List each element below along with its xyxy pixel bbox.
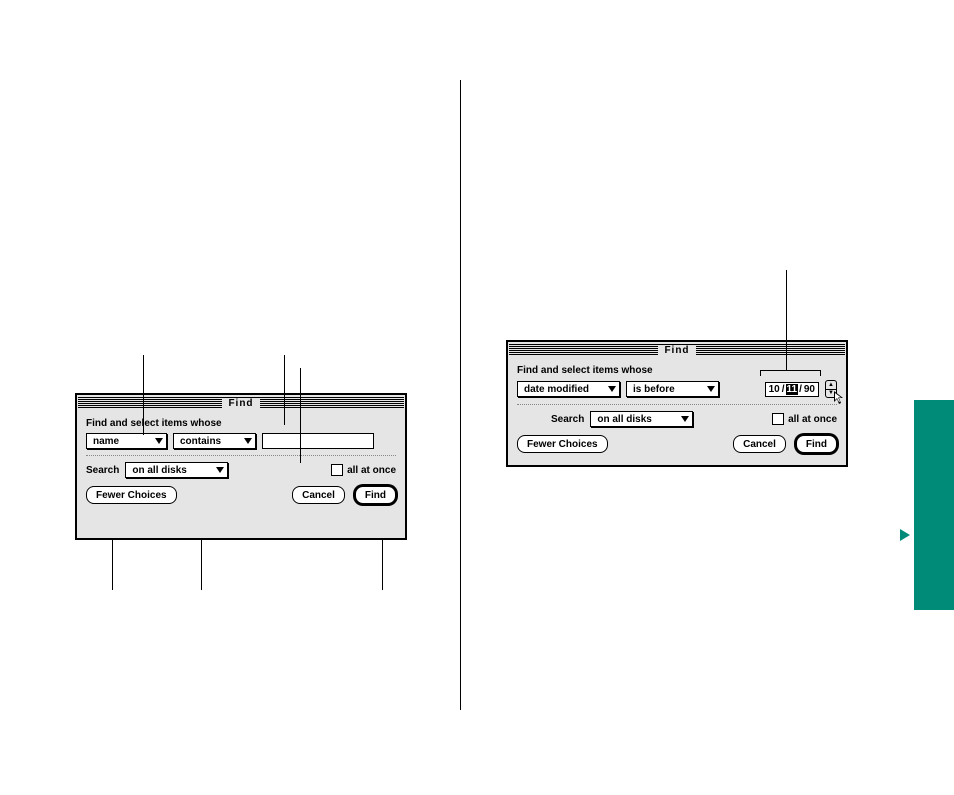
stepper-down-icon[interactable]: ▼ [826,390,836,398]
callout-line [201,540,202,590]
search-label: Search [551,414,584,425]
fewer-choices-button[interactable]: Fewer Choices [517,435,608,453]
find-button[interactable]: Find [796,435,837,453]
chevron-down-icon [244,438,252,444]
date-stepper[interactable]: ▲ ▼ [825,380,837,398]
divider [517,404,837,405]
prompt-label: Find and select items whose [86,418,396,429]
callout-line [300,368,301,463]
fewer-choices-button[interactable]: Fewer Choices [86,486,177,504]
operator-popup-label: is before [633,384,675,395]
find-dialog-right: Find Find and select items whose date mo… [506,340,848,467]
scope-popup[interactable]: on all disks [590,411,693,427]
all-at-once-checkbox[interactable]: all at once [331,464,396,476]
checkbox-box-icon [331,464,343,476]
page-edge-tab [914,400,954,610]
date-day[interactable]: 11 [786,384,799,395]
chevron-down-icon [216,467,224,473]
chevron-down-icon [155,438,163,444]
window-title: Find [222,398,259,409]
operator-popup-label: contains [180,436,221,447]
cancel-button[interactable]: Cancel [292,486,345,504]
column-divider [460,80,461,710]
callout-line [820,370,821,376]
stepper-up-icon[interactable]: ▲ [826,381,836,390]
callout-line [112,540,113,590]
cancel-button[interactable]: Cancel [733,435,786,453]
callout-line [786,270,787,370]
divider [86,455,396,456]
titlebar[interactable]: Find [509,343,845,357]
chevron-down-icon [608,386,616,392]
scope-popup-label: on all disks [132,465,186,476]
operator-popup[interactable]: contains [173,433,256,449]
callout-line [760,370,761,376]
search-text-input[interactable] [262,433,374,449]
chevron-down-icon [707,386,715,392]
date-field[interactable]: 10 / 11 / 90 ▲ ▼ [765,380,837,398]
all-at-once-checkbox[interactable]: all at once [772,413,837,425]
date-month[interactable]: 10 [768,384,781,395]
attribute-popup[interactable]: date modified [517,381,620,397]
attribute-popup-label: date modified [524,384,589,395]
date-year[interactable]: 90 [803,384,816,395]
callout-line [143,355,144,435]
scope-popup-label: on all disks [597,414,651,425]
callout-line [760,370,820,371]
checkbox-box-icon [772,413,784,425]
attribute-popup[interactable]: name [86,433,167,449]
find-dialog-left: Find Find and select items whose name co… [75,393,407,540]
callout-line [382,540,383,590]
titlebar[interactable]: Find [78,396,404,410]
all-at-once-label: all at once [788,414,837,425]
find-button[interactable]: Find [355,486,396,504]
attribute-popup-label: name [93,436,119,447]
search-label: Search [86,465,119,476]
scope-popup[interactable]: on all disks [125,462,228,478]
all-at-once-label: all at once [347,465,396,476]
chevron-down-icon [681,416,689,422]
operator-popup[interactable]: is before [626,381,719,397]
callout-line [284,355,285,425]
window-title: Find [658,345,695,356]
page-continue-arrow-icon [900,529,910,541]
